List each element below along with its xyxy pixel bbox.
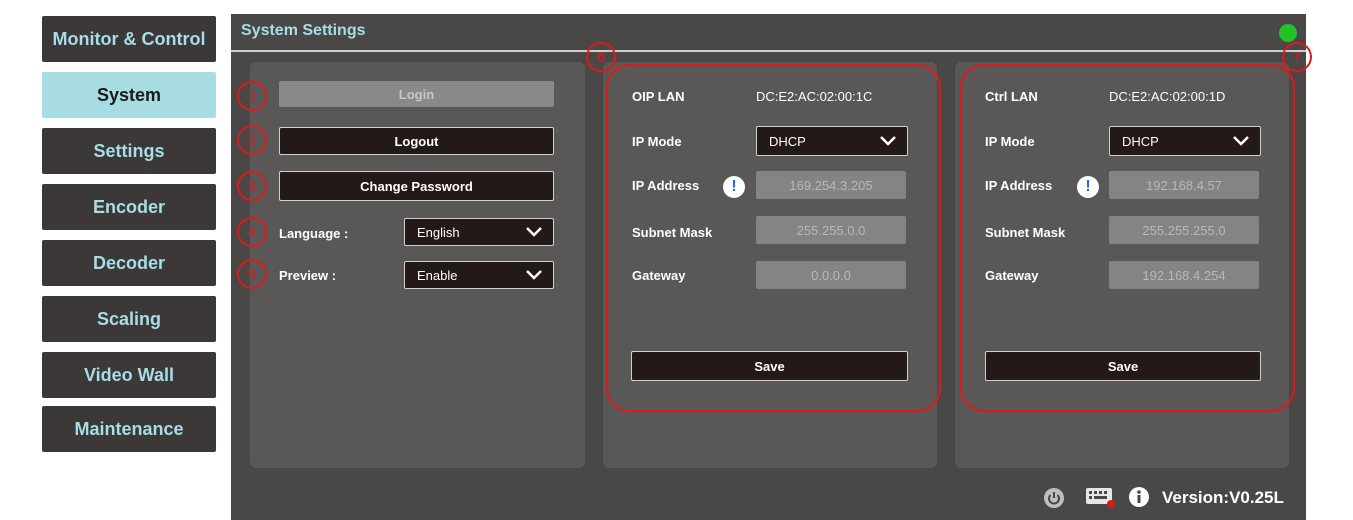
preview-value: Enable (417, 267, 458, 283)
logout-button[interactable]: Logout (279, 127, 554, 155)
annotation-outline-ctrl-lan (960, 64, 1295, 412)
nav-encoder[interactable]: Encoder (42, 184, 216, 230)
info-icon[interactable] (1128, 486, 1150, 508)
power-icon[interactable] (1042, 486, 1066, 510)
login-button[interactable]: Login (279, 81, 554, 107)
nav-settings[interactable]: Settings (42, 128, 216, 174)
language-select[interactable]: English (404, 218, 554, 246)
change-password-button[interactable]: Change Password (279, 171, 554, 201)
header-divider (231, 50, 1306, 52)
annotation-2: 2 (237, 125, 267, 155)
annotation-4: 4 (237, 217, 267, 247)
annotation-7: 7 (1282, 42, 1312, 72)
nav-system[interactable]: System (42, 72, 216, 118)
chevron-down-icon (526, 227, 542, 237)
annotation-outline-oip-lan (606, 64, 941, 412)
chevron-down-icon (526, 270, 542, 280)
status-indicator (1279, 24, 1297, 42)
annotation-6: 6 (586, 42, 616, 72)
nav-maintenance[interactable]: Maintenance (42, 406, 216, 452)
nav-video-wall[interactable]: Video Wall (42, 352, 216, 398)
language-value: English (417, 224, 460, 240)
preview-select[interactable]: Enable (404, 261, 554, 289)
page-title: System Settings (241, 22, 366, 39)
version-label: Version:V0.25L (1162, 488, 1284, 507)
keyboard-icon[interactable] (1083, 484, 1117, 510)
annotation-1: 1 (237, 81, 267, 111)
annotation-5: 5 (237, 259, 267, 289)
annotation-3: 3 (237, 171, 267, 201)
language-label: Language : (279, 226, 349, 241)
nav-scaling[interactable]: Scaling (42, 296, 216, 342)
nav-monitor-control[interactable]: Monitor & Control (42, 16, 216, 62)
preview-label: Preview : (279, 268, 337, 283)
nav-decoder[interactable]: Decoder (42, 240, 216, 286)
